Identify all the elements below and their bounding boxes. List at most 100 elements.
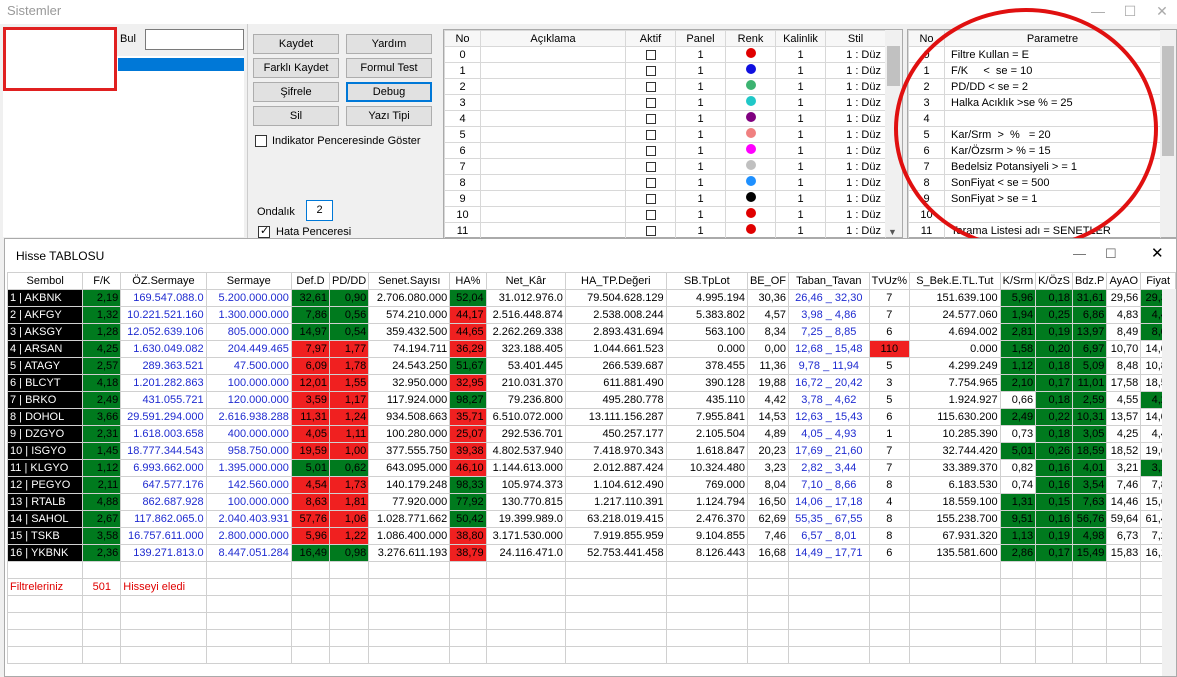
stock-cell[interactable]: 7,25 _ 8,85 bbox=[788, 323, 870, 341]
stock-cell[interactable]: 6 bbox=[868, 544, 911, 562]
stock-cell[interactable]: 8 bbox=[868, 510, 911, 528]
column-header[interactable]: Sermaye bbox=[205, 272, 292, 290]
stock-cell[interactable]: 6.993.662.000 bbox=[120, 459, 207, 477]
row-color[interactable] bbox=[725, 206, 776, 223]
stock-cell[interactable]: 0,16 bbox=[1035, 510, 1073, 528]
stock-cell[interactable]: 20,23 bbox=[746, 442, 790, 460]
stock-cell[interactable]: 10,70 bbox=[1106, 340, 1142, 358]
stock-cell[interactable]: 52.753.441.458 bbox=[564, 544, 667, 562]
stock-cell[interactable]: 2,86 bbox=[999, 544, 1037, 562]
grid-row[interactable]: 6111 : Düz bbox=[444, 142, 886, 159]
stock-row[interactable]: 4 | ARSAN 4,25 1.630.049.082 204.449.465 7,9… bbox=[6, 340, 1176, 358]
stock-cell[interactable]: 25,07 bbox=[449, 425, 487, 443]
close-icon[interactable]: ✕ bbox=[1151, 244, 1164, 262]
stock-row[interactable]: 7 | BRKO 2,49 431.055.721 120.000.000 3,59 1,… bbox=[6, 391, 1176, 409]
stock-cell[interactable]: 4,55 bbox=[1106, 391, 1142, 409]
row-thickness[interactable]: 1 bbox=[775, 190, 826, 207]
stock-cell[interactable]: 1,58 bbox=[999, 340, 1037, 358]
grid-row[interactable]: 10 1 1 1 : Düz bbox=[444, 206, 886, 223]
grid-row[interactable]: 7111 : Düz bbox=[444, 158, 886, 175]
stock-cell[interactable]: 7 bbox=[868, 442, 911, 460]
stock-row[interactable]: 10 | ISGYO 1,45 18.777.344.543 958.750.000 1… bbox=[6, 442, 1176, 460]
stock-cell[interactable]: 1.618.003.658 bbox=[120, 425, 207, 443]
encrypt-button[interactable]: Şifrele bbox=[253, 82, 339, 102]
grid-row[interactable]: 3111 : Düz bbox=[444, 94, 886, 111]
stock-cell[interactable]: 0,54 bbox=[329, 323, 370, 341]
stock-cell[interactable]: 4,98 bbox=[1071, 527, 1108, 545]
row-description[interactable] bbox=[480, 126, 626, 143]
stock-cell[interactable]: 55,35 _ 67,55 bbox=[788, 510, 870, 528]
stock-cell[interactable]: 8 bbox=[868, 527, 911, 545]
stock-row[interactable]: 5 | ATAGY 2,57 289.363.521 47.500.000 6,09 1,… bbox=[6, 357, 1176, 375]
minimize-icon[interactable]: — bbox=[1088, 2, 1108, 20]
column-header[interactable]: AyAO bbox=[1106, 272, 1142, 290]
stock-cell[interactable]: 7 bbox=[868, 306, 911, 324]
stock-cell[interactable]: 120.000.000 bbox=[205, 391, 292, 409]
row-description[interactable] bbox=[480, 174, 626, 191]
stock-cell[interactable]: 0,90 bbox=[329, 289, 370, 307]
row-thickness[interactable]: 1 bbox=[775, 126, 826, 143]
stock-cell[interactable]: 0,19 bbox=[1035, 527, 1073, 545]
stock-cell[interactable]: 7.754.965 bbox=[909, 374, 1001, 392]
stock-cell[interactable]: 26,46 _ 32,30 bbox=[788, 289, 870, 307]
row-style[interactable]: 1 : Düz bbox=[825, 190, 886, 207]
row-active[interactable] bbox=[625, 62, 676, 79]
row-style[interactable]: 1 : Düz bbox=[825, 78, 886, 95]
stock-cell[interactable]: 7,86 bbox=[290, 306, 331, 324]
stock-cell[interactable]: 8,34 bbox=[746, 323, 790, 341]
stock-cell[interactable]: 31.012.976.0 bbox=[485, 289, 566, 307]
row-description[interactable] bbox=[480, 142, 626, 159]
row-thickness[interactable]: 1 bbox=[775, 78, 826, 95]
stock-cell[interactable]: 38,80 bbox=[449, 527, 487, 545]
stock-cell[interactable]: 2,67 bbox=[82, 510, 122, 528]
stock-cell[interactable]: 79.236.800 bbox=[485, 391, 566, 409]
active-checkbox[interactable] bbox=[645, 209, 656, 220]
active-checkbox[interactable] bbox=[645, 177, 656, 188]
row-style[interactable]: 1 : Düz bbox=[825, 158, 886, 175]
stock-row[interactable]: 13 | RTALB 4,88 862.687.928 100.000.000 8,63… bbox=[6, 493, 1176, 511]
stock-cell[interactable]: 1.086.400.000 bbox=[368, 527, 451, 545]
stock-cell[interactable]: 100.000.000 bbox=[205, 374, 292, 392]
stock-cell[interactable]: 5.383.802 bbox=[665, 306, 748, 324]
stock-cell[interactable]: 18.777.344.543 bbox=[120, 442, 207, 460]
stock-cell[interactable]: 0.000 bbox=[665, 340, 748, 358]
stock-cell[interactable]: 117.924.000 bbox=[368, 391, 451, 409]
stock-cell[interactable]: 32,61 bbox=[290, 289, 331, 307]
stock-symbol[interactable]: 12 | PEGYO bbox=[6, 476, 84, 494]
row-color[interactable] bbox=[725, 142, 776, 159]
stock-cell[interactable]: 14,53 bbox=[746, 408, 790, 426]
stock-cell[interactable]: 2,49 bbox=[999, 408, 1037, 426]
stock-cell[interactable]: 17,58 bbox=[1106, 374, 1142, 392]
stock-cell[interactable]: 1,12 bbox=[82, 459, 122, 477]
stock-cell[interactable]: 8,63 bbox=[290, 493, 331, 511]
stock-cell[interactable]: 2.262.269.338 bbox=[485, 323, 566, 341]
stock-cell[interactable]: 6,57 _ 8,01 bbox=[788, 527, 870, 545]
row-panel[interactable]: 1 bbox=[675, 110, 726, 127]
row-style[interactable]: 1 : Düz bbox=[825, 206, 886, 223]
stock-cell[interactable]: 6,09 bbox=[290, 357, 331, 375]
stock-cell[interactable]: 5,96 bbox=[290, 527, 331, 545]
stock-cell[interactable]: 862.687.928 bbox=[120, 493, 207, 511]
stock-cell[interactable]: 0.000 bbox=[909, 340, 1001, 358]
font-button[interactable]: Yazı Tipi bbox=[346, 106, 432, 126]
stock-cell[interactable]: 6,97 bbox=[1071, 340, 1108, 358]
stock-cell[interactable]: 38,79 bbox=[449, 544, 487, 562]
stock-cell[interactable]: 1,17 bbox=[329, 391, 370, 409]
stock-cell[interactable]: 8 bbox=[868, 476, 911, 494]
stock-row[interactable]: 2 | AKFGY 1,32 10.221.521.160 1.300.000.000… bbox=[6, 306, 1176, 324]
stock-row[interactable]: 15 | TSKB 3,58 16.757.611.000 2.800.000.000… bbox=[6, 527, 1176, 545]
stock-cell[interactable]: 0,26 bbox=[1035, 442, 1073, 460]
stock-cell[interactable]: 10.221.521.160 bbox=[120, 306, 207, 324]
stock-cell[interactable]: 5,01 bbox=[290, 459, 331, 477]
stock-cell[interactable]: 4.299.249 bbox=[909, 357, 1001, 375]
stock-cell[interactable]: 139.271.813.0 bbox=[120, 544, 207, 562]
stock-cell[interactable]: 0,20 bbox=[1035, 340, 1073, 358]
indicator-lines-grid[interactable]: No Açıklama Aktif Panel Renk Kalinlik Stil 011… bbox=[443, 29, 903, 239]
stock-cell[interactable]: 135.581.600 bbox=[909, 544, 1001, 562]
stock-cell[interactable]: 32.950.000 bbox=[368, 374, 451, 392]
stock-cell[interactable]: 0,82 bbox=[999, 459, 1037, 477]
stock-cell[interactable]: 1,55 bbox=[329, 374, 370, 392]
stock-cell[interactable]: 32.744.420 bbox=[909, 442, 1001, 460]
column-header[interactable]: SB.TpLot bbox=[665, 272, 748, 290]
stock-cell[interactable]: 7,10 _ 8,66 bbox=[788, 476, 870, 494]
